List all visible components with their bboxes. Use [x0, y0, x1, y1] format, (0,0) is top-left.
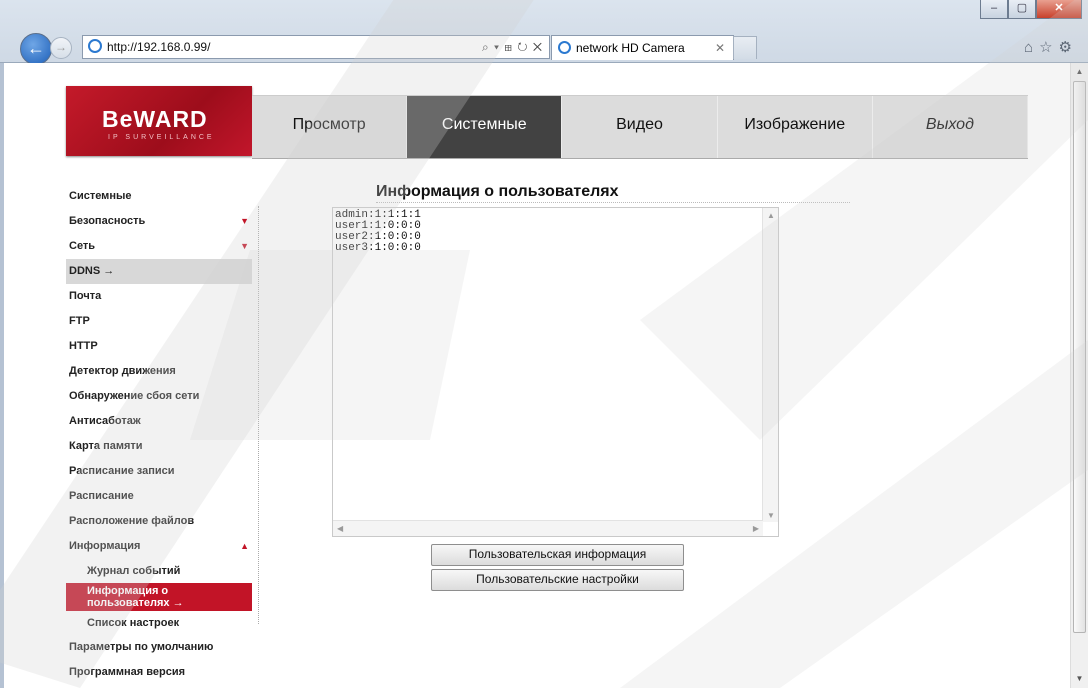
user-info-button[interactable]: Пользовательская информация: [431, 544, 684, 566]
user-line: user3:1:0:0:0: [335, 242, 421, 254]
address-tools[interactable]: ⌕ ▾ ⊞ ↻ ✕: [482, 36, 543, 58]
sidebar-item-http[interactable]: HTTP: [66, 334, 252, 359]
logo-brand: BeWARD: [102, 106, 208, 132]
scroll-right-icon[interactable]: ▶: [753, 524, 759, 533]
sidebar-divider: [258, 206, 259, 624]
back-button[interactable]: ←: [20, 33, 52, 65]
sidebar-item-label: Безопасность: [69, 215, 146, 227]
sidebar-item-system[interactable]: Системные: [66, 184, 252, 209]
sidebar-subitem-settings-list[interactable]: Список настроек: [66, 611, 252, 635]
title-divider: [376, 202, 850, 203]
scroll-down-icon[interactable]: ▼: [767, 511, 775, 520]
user-info-text[interactable]: admin:1:1:1:1 user1:1:0:0:0 user2:1:0:0:0 u…: [335, 210, 421, 254]
gear-icon[interactable]: ⚙: [1059, 39, 1078, 56]
sidebar-item-label: Информация: [69, 540, 141, 552]
maximize-button[interactable]: ▢: [1008, 0, 1036, 19]
minimize-button[interactable]: –: [980, 0, 1008, 19]
forward-button[interactable]: →: [50, 37, 72, 59]
sidebar-item-mail[interactable]: Почта: [66, 284, 252, 309]
new-tab-button[interactable]: [733, 36, 757, 59]
browser-chrome: – ▢ ✕ ← → http://192.168.0.99/ ⌕ ▾ ⊞ ↻ ✕…: [0, 0, 1088, 65]
ie-page-icon: [88, 39, 102, 53]
favorites-star-icon[interactable]: ☆: [1039, 39, 1058, 56]
sidebar-subitem-event-log[interactable]: Журнал событий: [66, 559, 252, 583]
sidebar-item-network[interactable]: Сеть ▼: [66, 234, 252, 259]
sidebar-item-ddns[interactable]: DDNS →: [66, 259, 252, 284]
user-info-textarea[interactable]: admin:1:1:1:1 user1:1:0:0:0 user2:1:0:0:0 u…: [332, 207, 779, 537]
window-controls: – ▢ ✕: [980, 0, 1082, 19]
sidebar-subitem-user-info[interactable]: Информация о пользователях →: [66, 583, 252, 611]
expand-arrow-icon[interactable]: ▼: [240, 234, 249, 259]
address-url[interactable]: http://192.168.0.99/: [107, 36, 210, 58]
scroll-down-arrow-icon[interactable]: ▼: [1071, 671, 1088, 687]
menu-item-system[interactable]: Системные: [407, 96, 563, 158]
browser-tab[interactable]: network HD Camera ✕: [551, 35, 734, 60]
collapse-arrow-icon[interactable]: ▲: [240, 534, 249, 559]
sidebar-item-label: Сеть: [69, 240, 96, 252]
page-title: Информация о пользователях: [376, 183, 619, 200]
beward-logo: BeWARD IP SURVEILLANCE: [66, 86, 252, 156]
scroll-left-icon[interactable]: ◀: [337, 524, 343, 533]
menu-item-view[interactable]: Просмотр: [252, 96, 408, 158]
scrollbar-thumb[interactable]: [1073, 81, 1086, 633]
menu-item-image[interactable]: Изображение: [718, 96, 873, 158]
user-settings-button[interactable]: Пользовательские настройки: [431, 569, 684, 591]
sidebar-item-schedule[interactable]: Расписание: [66, 484, 252, 509]
page-scrollbar[interactable]: ▲ ▼: [1070, 63, 1088, 688]
sidebar-item-security[interactable]: Безопасность ▼: [66, 209, 252, 234]
home-icon[interactable]: ⌂: [1024, 39, 1039, 56]
textarea-vertical-scrollbar[interactable]: ▲ ▼: [762, 208, 778, 522]
logo-subtitle: IP SURVEILLANCE: [108, 134, 215, 141]
sidebar: Системные Безопасность ▼ Сеть ▼ DDNS → Поч…: [66, 184, 252, 685]
sidebar-item-record-schedule[interactable]: Расписание записи: [66, 459, 252, 484]
menu-item-video[interactable]: Видео: [562, 96, 718, 158]
browser-tools: ⌂☆⚙: [1024, 38, 1078, 56]
sidebar-item-information[interactable]: Информация ▲: [66, 534, 252, 559]
top-menu: Просмотр Системные Видео Изображение Вых…: [252, 95, 1029, 159]
sidebar-item-memory-card[interactable]: Карта памяти: [66, 434, 252, 459]
sidebar-item-motion-detector[interactable]: Детектор движения: [66, 359, 252, 384]
address-bar[interactable]: http://192.168.0.99/ ⌕ ▾ ⊞ ↻ ✕: [82, 35, 550, 59]
sidebar-item-ftp[interactable]: FTP: [66, 309, 252, 334]
sidebar-item-defaults[interactable]: Параметры по умолчанию: [66, 635, 252, 660]
sidebar-item-file-location[interactable]: Расположение файлов: [66, 509, 252, 534]
textarea-horizontal-scrollbar[interactable]: ◀ ▶: [333, 520, 763, 536]
tab-favicon-icon: [558, 41, 571, 54]
tab-title: network HD Camera: [576, 41, 685, 55]
close-window-button[interactable]: ✕: [1036, 0, 1082, 19]
expand-arrow-icon[interactable]: ▼: [240, 209, 249, 234]
menu-item-logout[interactable]: Выход: [873, 96, 1029, 158]
close-tab-icon[interactable]: ✕: [715, 36, 725, 60]
sidebar-item-network-failure[interactable]: Обнаружение сбоя сети: [66, 384, 252, 409]
scroll-up-icon[interactable]: ▲: [767, 211, 775, 220]
sidebar-item-tamper[interactable]: Антисаботаж: [66, 409, 252, 434]
scroll-up-arrow-icon[interactable]: ▲: [1071, 64, 1088, 80]
sidebar-item-firmware[interactable]: Программная версия: [66, 660, 252, 685]
